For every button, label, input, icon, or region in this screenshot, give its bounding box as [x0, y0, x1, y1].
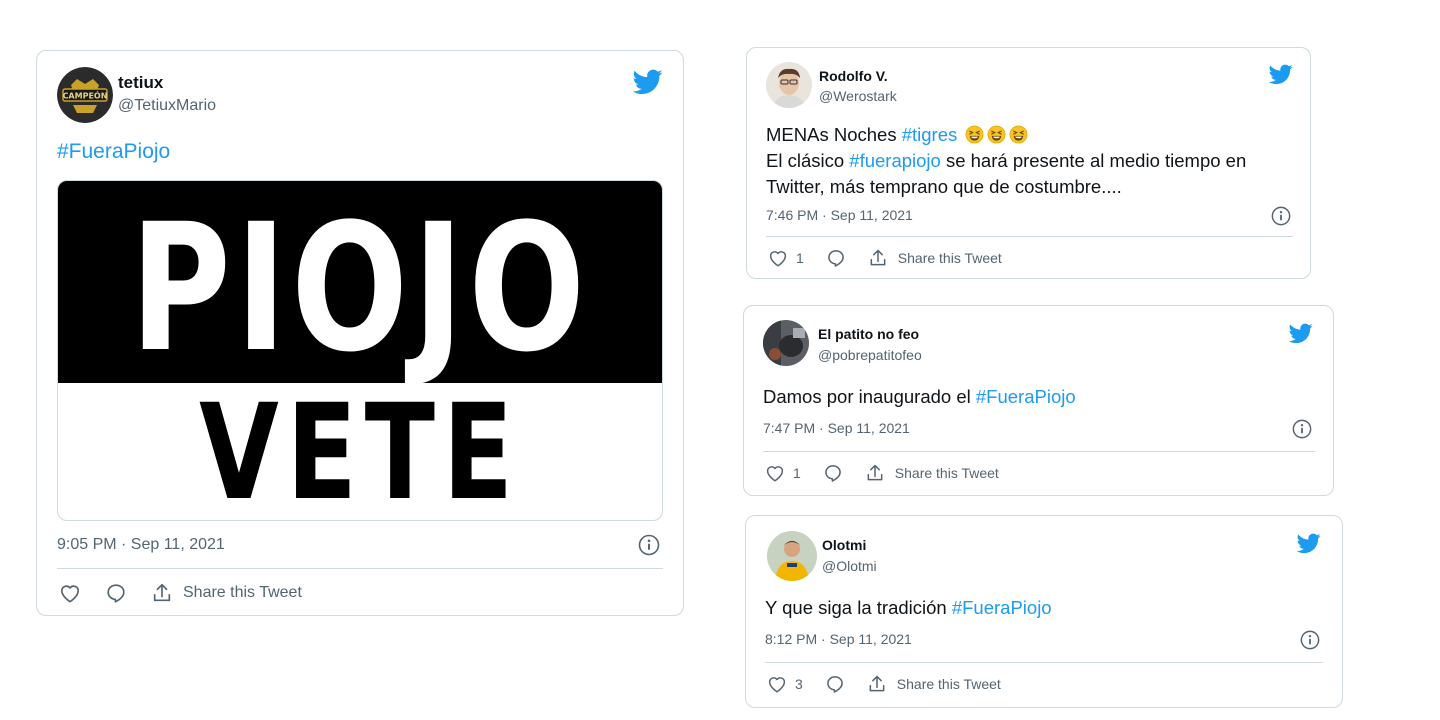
heart-icon: [59, 583, 81, 603]
tweet-timestamp[interactable]: 7:46 PM · Sep 11, 2021: [766, 207, 913, 223]
tweet-text: #FueraPiojo: [57, 139, 170, 165]
tweet-card-olotmi[interactable]: Olotmi @Olotmi Y que siga la tradición #…: [745, 515, 1343, 708]
divider: [763, 451, 1315, 452]
user-handle[interactable]: @pobrepatitofeo: [818, 347, 922, 363]
image-text-vete-ya: VETE YA: [199, 376, 521, 521]
share-button[interactable]: Share this Tweet: [151, 582, 302, 604]
tweet-timestamp[interactable]: 7:47 PM · Sep 11, 2021: [763, 420, 910, 436]
like-count: 1: [796, 250, 804, 266]
divider: [57, 568, 663, 569]
heart-icon: [767, 675, 787, 693]
heart-icon: [768, 249, 788, 267]
twitter-bird-icon[interactable]: [1297, 533, 1321, 554]
tweet-line-1: MENAs Noches #tigres: [766, 122, 1246, 148]
share-button[interactable]: Share this Tweet: [865, 463, 999, 483]
text-segment: Y que siga la tradición: [765, 597, 952, 618]
tweet-card-tetiux[interactable]: CAMPEÓN tetiux @TetiuxMario #FueraPiojo …: [36, 50, 684, 616]
reply-icon: [826, 248, 846, 268]
divider: [765, 662, 1323, 663]
text-segment: El clásico: [766, 150, 850, 171]
tweet-line-3: Twitter, más temprano que de costumbre..…: [766, 176, 1122, 197]
text-segment: se hará presente al medio tiempo en: [940, 150, 1247, 171]
display-name[interactable]: Rodolfo V.: [819, 68, 888, 84]
svg-text:CAMPEÓN: CAMPEÓN: [63, 90, 108, 101]
like-button[interactable]: 3: [767, 675, 803, 693]
tweet-actions: 1 Share this Tweet: [768, 248, 1002, 268]
avatar[interactable]: CAMPEÓN: [57, 67, 113, 123]
display-name[interactable]: tetiux: [118, 73, 163, 93]
tweet-actions: 3 Share this Tweet: [767, 674, 1001, 694]
share-label: Share this Tweet: [894, 465, 999, 481]
grinning-squinting-emoji-icon: [1009, 125, 1028, 144]
tweet-text: Y que siga la tradición #FueraPiojo: [765, 595, 1052, 621]
tweet-image[interactable]: PIOJO VETE YA: [57, 180, 663, 521]
user-handle[interactable]: @TetiuxMario: [118, 97, 216, 115]
user-handle[interactable]: @Olotmi: [822, 558, 877, 574]
share-icon: [151, 582, 173, 604]
share-icon: [865, 463, 885, 483]
share-label: Share this Tweet: [897, 250, 1002, 266]
text-segment: Damos por inaugurado el: [763, 386, 976, 407]
like-count: 1: [793, 465, 801, 481]
reply-button[interactable]: [826, 248, 846, 268]
display-name[interactable]: El patito no feo: [818, 326, 919, 342]
hashtag-link[interactable]: #FueraPiojo: [976, 386, 1076, 407]
reply-button[interactable]: [105, 582, 127, 604]
twitter-bird-icon[interactable]: [1269, 64, 1293, 85]
twitter-bird-icon[interactable]: [1289, 323, 1313, 344]
info-icon[interactable]: [638, 534, 660, 556]
avatar[interactable]: [766, 62, 812, 108]
hashtag-link[interactable]: #FueraPiojo: [57, 140, 170, 163]
tweet-text: MENAs Noches #tigres El clásico #fuerapi…: [766, 122, 1246, 200]
like-button[interactable]: 1: [768, 249, 804, 267]
share-button[interactable]: Share this Tweet: [868, 248, 1002, 268]
tweet-line-2: El clásico #fuerapiojo se hará presente …: [766, 148, 1246, 174]
like-button[interactable]: 1: [765, 464, 801, 482]
reply-icon: [105, 582, 127, 604]
tweet-actions: Share this Tweet: [59, 582, 302, 604]
reply-button[interactable]: [823, 463, 843, 483]
tweet-timestamp[interactable]: 9:05 PM · Sep 11, 2021: [57, 536, 225, 554]
tweet-text: Damos por inaugurado el #FueraPiojo: [763, 384, 1076, 410]
share-label: Share this Tweet: [183, 584, 302, 601]
text-segment: MENAs Noches: [766, 124, 902, 145]
grinning-squinting-emoji-icon: [965, 125, 984, 144]
hashtag-link[interactable]: #tigres: [902, 124, 958, 145]
share-label: Share this Tweet: [896, 676, 1001, 692]
image-text-piojo: PIOJO: [130, 186, 590, 391]
reply-button[interactable]: [825, 674, 845, 694]
divider: [766, 236, 1293, 237]
avatar[interactable]: [767, 531, 817, 581]
like-button[interactable]: [59, 583, 81, 603]
tweet-card-rodolfo[interactable]: Rodolfo V. @Werostark MENAs Noches #tigr…: [746, 47, 1311, 279]
share-icon: [867, 674, 887, 694]
info-icon[interactable]: [1292, 419, 1312, 439]
user-handle[interactable]: @Werostark: [819, 88, 897, 104]
twitter-bird-icon[interactable]: [633, 69, 663, 95]
hashtag-link[interactable]: #FueraPiojo: [952, 597, 1052, 618]
tweet-card-patito[interactable]: El patito no feo @pobrepatitofeo Damos p…: [743, 305, 1334, 496]
like-count: 3: [795, 676, 803, 692]
display-name[interactable]: Olotmi: [822, 537, 866, 553]
hashtag-link[interactable]: #fuerapiojo: [849, 150, 941, 171]
reply-icon: [823, 463, 843, 483]
heart-icon: [765, 464, 785, 482]
avatar[interactable]: [763, 320, 809, 366]
grinning-squinting-emoji-icon: [987, 125, 1006, 144]
reply-icon: [825, 674, 845, 694]
info-icon[interactable]: [1300, 630, 1320, 650]
tweet-actions: 1 Share this Tweet: [765, 463, 999, 483]
share-button[interactable]: Share this Tweet: [867, 674, 1001, 694]
share-icon: [868, 248, 888, 268]
info-icon[interactable]: [1271, 206, 1291, 226]
tweet-timestamp[interactable]: 8:12 PM · Sep 11, 2021: [765, 631, 912, 647]
